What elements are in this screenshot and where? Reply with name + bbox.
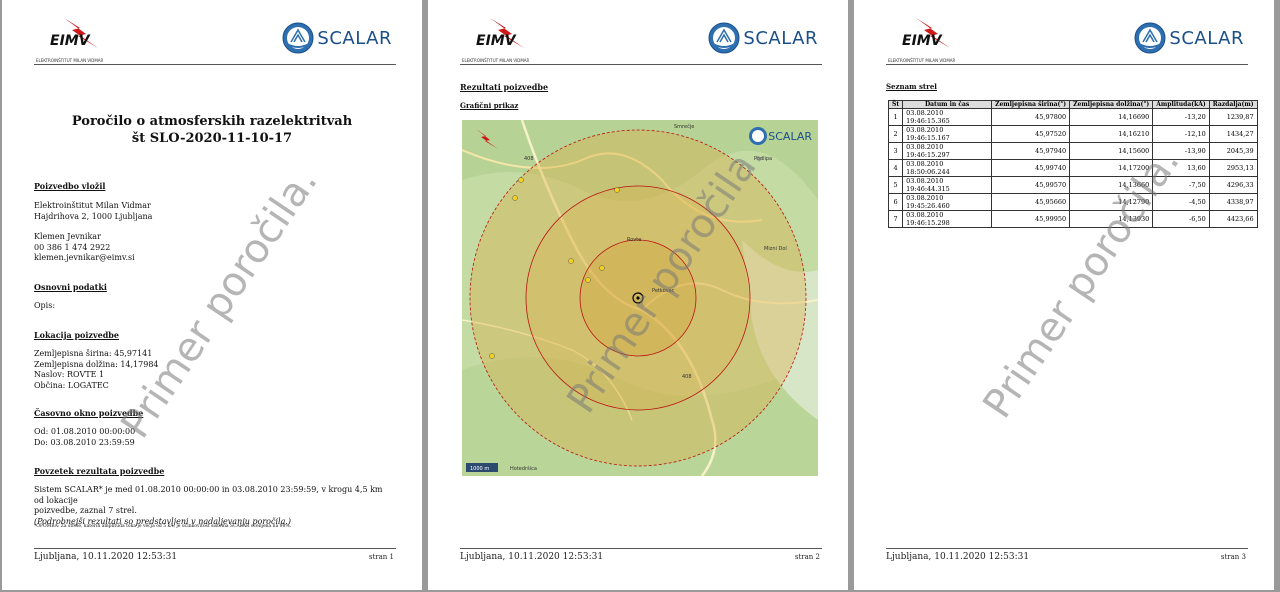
location-lon: Zemljepisna dolžina: 14,17984 <box>34 359 159 369</box>
contact-name: Klemen Jevnikar <box>34 232 101 241</box>
page-footer: Ljubljana, 10.11.2020 12:53:31 stran 1 <box>34 548 396 562</box>
svg-text:1000 m: 1000 m <box>470 466 489 472</box>
table-row: 2 03.08.2010 19:46:15.167 45,97520 14,16210… <box>887 125 1258 143</box>
scalar-globe-icon <box>708 22 740 54</box>
map-scalar-text: SCALAR <box>768 129 812 143</box>
col-number: Št <box>887 100 904 109</box>
table-row: 6 03.08.2010 19:45:26.460 45,95660 14,12790… <box>887 193 1258 211</box>
location-lat: Zemljepisna širina: 45,97141 <box>34 349 153 358</box>
time-from: Od: 01.08.2010 00:00:00 <box>34 427 136 436</box>
requester-contact: Klemen Jevnikar 00 386 1 474 2922 klemen… <box>34 232 135 264</box>
col-longitude: Zemljepisna dolžina(°) <box>1069 100 1154 109</box>
time-to: Do: 03.08.2010 23:59:59 <box>34 437 135 447</box>
footer-page: stran 3 <box>1220 553 1246 561</box>
summary-line-1: Sistem SCALAR* je med 01.08.2010 00:00:0… <box>34 485 383 505</box>
strike-table: Št Datum in čas Zemljepisna širina(°) Ze… <box>887 100 1258 228</box>
report-page-1: EIMV ELEKTROINŠTITUT MILAN VIDMAR SCALAR… <box>2 0 422 590</box>
requester-street: Hajdrihova 2, 1000 Ljubljana <box>34 211 153 221</box>
footer-page: stran 1 <box>368 553 394 561</box>
footnote: *OPOMBA: Za strele, katerih amplituda to… <box>34 524 292 529</box>
scalar-logo-text: SCALAR <box>317 27 392 49</box>
footer-date: Ljubljana, 10.11.2020 12:53:31 <box>34 552 178 562</box>
table-row: 5 03.08.2010 19:46:44.315 45,99570 14,13660… <box>887 176 1258 194</box>
svg-text:Rovte: Rovte <box>627 237 641 243</box>
page-header: EIMV ELEKTROINŠTITUT MILAN VIDMAR SCALAR <box>2 0 422 70</box>
page-footer: Ljubljana, 10.11.2020 12:53:31 stran 2 <box>460 548 822 562</box>
eimv-subtitle: ELEKTROINŠTITUT MILAN VIDMAR <box>462 58 530 63</box>
eimv-logo-text: EIMV <box>476 33 516 49</box>
col-amplitude: Amplituda(kA) <box>1152 100 1210 109</box>
page-footer: Ljubljana, 10.11.2020 12:53:31 stran 3 <box>886 548 1248 562</box>
table-row: 7 03.08.2010 19:46:15.298 45,99950 14,13930… <box>887 210 1258 228</box>
section-requester: Poizvedbo vložil <box>34 181 106 191</box>
scalar-globe-icon <box>1134 22 1166 54</box>
header-rule <box>886 64 1248 65</box>
page-header: EIMV ELEKTROINŠTITUT MILAN VIDMAR SCALAR <box>854 0 1274 70</box>
report-page-3: EIMV ELEKTROINŠTITUT MILAN VIDMAR SCALAR… <box>854 0 1274 590</box>
header-rule <box>34 64 396 65</box>
map-eimv-logo <box>472 128 502 154</box>
scalar-logo-text: SCALAR <box>743 27 818 49</box>
report-number: št SLO-2020-11-10-17 <box>131 131 293 146</box>
header-rule <box>460 64 822 65</box>
contact-email: klemen.jevnikar@eimv.si <box>34 253 135 262</box>
scalar-logo-text: SCALAR <box>1169 27 1244 49</box>
svg-text:Mizni Dol: Mizni Dol <box>764 246 787 252</box>
svg-text:Hotedršica: Hotedršica <box>510 465 537 472</box>
requester-name: Elektroinštitut Milan Vidmar <box>34 201 151 210</box>
time-window: Od: 01.08.2010 00:00:00 Do: 03.08.2010 2… <box>34 427 135 448</box>
svg-text:408: 408 <box>682 374 692 380</box>
report-page-2: EIMV ELEKTROINŠTITUT MILAN VIDMAR SCALAR… <box>428 0 848 590</box>
section-graphic: Grafični prikaz <box>460 101 519 110</box>
map-scalar-logo: SCALAR <box>748 126 812 146</box>
lightning-icon <box>476 129 498 149</box>
eimv-logo-text: EIMV <box>50 33 90 49</box>
table-row: 1 03.08.2010 19:46:15.365 45,97800 14,16690… <box>887 108 1258 126</box>
scalar-globe-icon <box>282 22 314 54</box>
scalar-logo: SCALAR <box>708 22 818 54</box>
eimv-logo: EIMV <box>50 18 98 49</box>
section-strike-list: Seznam strel <box>886 82 937 91</box>
page-header: EIMV ELEKTROINŠTITUT MILAN VIDMAR SCALAR <box>428 0 848 70</box>
footer-date: Ljubljana, 10.11.2020 12:53:31 <box>886 552 1030 562</box>
summary-text: Sistem SCALAR* je med 01.08.2010 00:00:0… <box>34 485 394 527</box>
section-results: Rezultati poizvedbe <box>460 82 549 92</box>
eimv-logo: EIMV <box>902 18 950 49</box>
svg-text:408: 408 <box>524 156 534 162</box>
col-datetime: Datum in čas <box>902 100 993 109</box>
table-row: 3 03.08.2010 19:46:15.297 45,97940 14,15600… <box>887 142 1258 160</box>
scalar-logo: SCALAR <box>1134 22 1244 54</box>
scalar-logo: SCALAR <box>282 22 392 54</box>
table-row: 4 03.08.2010 18:50:06.244 45,99740 14,17200… <box>887 159 1258 177</box>
report-title: Poročilo o atmosferskih razelektritvah <box>71 114 353 129</box>
col-distance: Razdalja(m) <box>1208 100 1258 109</box>
footer-page: stran 2 <box>794 553 820 561</box>
col-latitude: Zemljepisna širina(°) <box>991 100 1071 109</box>
footer-date: Ljubljana, 10.11.2020 12:53:31 <box>460 552 604 562</box>
scalar-globe-icon <box>749 127 768 145</box>
section-basic: Osnovni podatki <box>34 282 107 292</box>
svg-text:Smrečje: Smrečje <box>674 123 694 130</box>
section-summary: Povzetek rezultata poizvedbe <box>34 466 165 476</box>
section-location: Lokacija poizvedbe <box>34 330 119 340</box>
summary-line-2: poizvedbe, zaznal 7 strel. <box>34 506 137 515</box>
eimv-logo-text: EIMV <box>902 33 942 49</box>
contact-phone: 00 386 1 474 2922 <box>34 242 111 252</box>
table-header-row: Št Datum in čas Zemljepisna širina(°) Ze… <box>887 100 1258 109</box>
eimv-subtitle: ELEKTROINŠTITUT MILAN VIDMAR <box>36 58 104 63</box>
eimv-logo: EIMV <box>476 18 524 49</box>
description-label: Opis: <box>34 301 56 310</box>
requester-address: Elektroinštitut Milan Vidmar Hajdrihova … <box>34 201 152 222</box>
eimv-subtitle: ELEKTROINŠTITUT MILAN VIDMAR <box>888 58 956 63</box>
